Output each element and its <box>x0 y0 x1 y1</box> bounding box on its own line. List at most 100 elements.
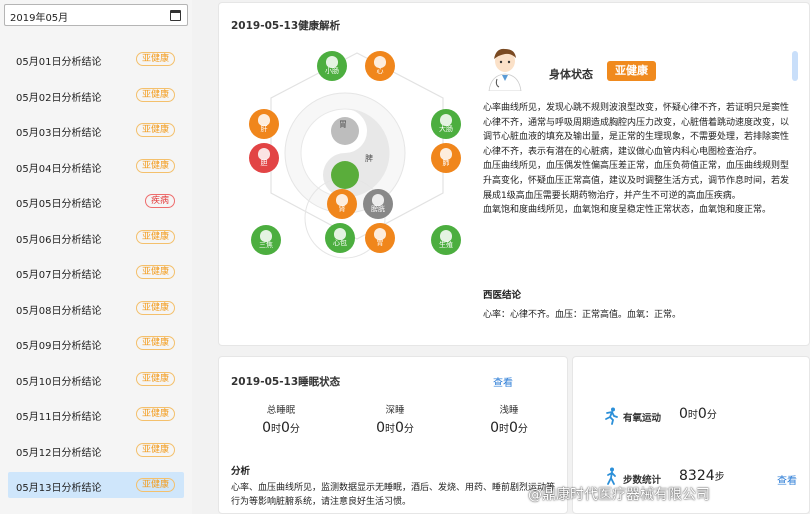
day-item[interactable]: 05月11日分析结论 亚健康 <box>8 401 184 427</box>
health-analysis-text: 心率曲线所见，发现心跳不规则波浪型改变，怀疑心律不齐，若证明只是窦性心律不齐，通… <box>483 101 795 218</box>
status-badge: 亚健康 <box>135 300 175 315</box>
deep-sleep-label: 深睡 <box>385 405 405 416</box>
center-stomach-label: 胃 <box>339 120 347 129</box>
day-item-label: 05月06日分析结论 <box>16 234 102 246</box>
day-item-label: 05月11日分析结论 <box>16 412 102 423</box>
day-item-label: 05月13日分析结论 <box>16 483 102 494</box>
triple-burner-icon <box>260 230 272 242</box>
day-item-label: 05月10日分析结论 <box>16 376 102 388</box>
sleep-analysis-title: 分析 <box>231 466 251 477</box>
status-badge: 亚健康 <box>135 336 175 350</box>
status-badge: 亚健康 <box>135 371 175 386</box>
month-picker[interactable]: 2019年05月 <box>4 4 188 26</box>
body-status-label: 身体状态 <box>549 68 593 81</box>
western-conclusion-text: 心率：心律不齐。血压：正常高值。血氧：正常。 <box>483 310 682 320</box>
aerobic-exercise-icon <box>605 407 618 425</box>
doctor-avatar <box>488 48 522 91</box>
day-item-label: 05月03日分析结论 <box>16 128 102 139</box>
status-badge: 亚健康 <box>135 265 175 279</box>
health-analysis-title: 2019-05-13健康解析 <box>231 20 341 32</box>
sidebar: 2019年05月 05月01日分析结论 亚健康 05月02日分析结论 亚健康 05月03… <box>0 0 192 514</box>
light-sleep-value: 0时0分 <box>490 420 528 436</box>
organ-pericardium[interactable]: 心包 <box>325 223 355 253</box>
status-badge: 亚健康 <box>135 229 175 244</box>
month-value: 2019年05月 <box>10 13 69 24</box>
organ-bladder[interactable]: 膀胱 <box>363 189 393 219</box>
deep-sleep-value: 0时0分 <box>376 420 414 436</box>
day-item[interactable]: 05月05日分析结论 疾病 <box>8 188 184 214</box>
day-item[interactable]: 05月01日分析结论 亚健康 <box>8 46 184 72</box>
day-item[interactable]: 05月07日分析结论 亚健康 <box>8 259 184 285</box>
status-badge: 疾病 <box>144 194 175 208</box>
day-item-label: 05月08日分析结论 <box>16 305 102 317</box>
day-item[interactable]: 05月04日分析结论 亚健康 <box>8 153 184 179</box>
heart-icon <box>374 56 386 68</box>
heart-rate-analysis: 心率曲线所见，发现心跳不规则波浪型改变，怀疑心律不齐，若证明只是窦性心律不齐，通… <box>483 103 790 157</box>
status-badge: 亚健康 <box>135 407 175 421</box>
organ-kidney[interactable]: 胃 <box>365 223 395 253</box>
health-analysis-card: 2019-05-13健康解析 胃 脾 小肠 心 肝 大肠 胆 肺 肾 膀胱 三焦… <box>218 2 810 346</box>
status-badge: 亚健康 <box>135 123 175 137</box>
bladder-icon <box>372 194 384 206</box>
organ-reproduction[interactable]: 生殖 <box>431 225 461 255</box>
steps-value: 8324步 <box>679 468 725 484</box>
day-item[interactable]: 05月02日分析结论 亚健康 <box>8 82 184 108</box>
status-badge: 亚健康 <box>135 478 175 492</box>
day-item-label: 05月12日分析结论 <box>16 447 102 459</box>
total-sleep-label: 总睡眠 <box>266 405 296 416</box>
day-item-label: 05月09日分析结论 <box>16 341 102 352</box>
blood-pressure-analysis: 血压曲线所见，血压偶发性偏高压差正常，血压负荷值正常，血压曲线规则型升高变化，怀… <box>483 161 790 201</box>
gallbladder-icon <box>258 148 270 160</box>
total-sleep: 总睡眠 0时0分 <box>241 402 321 436</box>
aerobic-value: 0时0分 <box>679 406 717 422</box>
status-badge: 亚健康 <box>135 52 175 66</box>
organ-diagram: 胃 脾 小肠 心 肝 大肠 胆 肺 肾 膀胱 三焦 心包 胃 生殖 <box>245 43 473 259</box>
organ-liver[interactable]: 肝 <box>249 109 279 139</box>
reproduction-icon <box>440 230 452 242</box>
pericardium-icon <box>334 228 346 240</box>
center-spleen-label: 脾 <box>365 154 373 163</box>
day-item-label: 05月04日分析结论 <box>16 163 102 175</box>
organ-small-intestine[interactable]: 小肠 <box>317 51 347 81</box>
scrollbar-thumb[interactable] <box>792 51 798 81</box>
light-sleep-label: 浅睡 <box>499 405 519 416</box>
day-item-label: 05月07日分析结论 <box>16 270 102 281</box>
deep-sleep: 深睡 0时0分 <box>355 402 435 436</box>
organ-stomach[interactable]: 肾 <box>327 189 357 219</box>
large-intestine-icon <box>440 114 452 126</box>
organ-triple-burner[interactable]: 三焦 <box>251 225 281 255</box>
status-badge: 亚健康 <box>135 442 175 457</box>
status-badge: 亚健康 <box>135 87 175 102</box>
day-item-label: 05月05日分析结论 <box>16 199 102 210</box>
day-item[interactable]: 05月10日分析结论 亚健康 <box>8 366 184 392</box>
light-sleep: 浅睡 0时0分 <box>469 402 549 436</box>
total-sleep-value: 0时0分 <box>262 420 300 436</box>
western-conclusion-title: 西医结论 <box>483 290 522 301</box>
blood-oxygen-analysis: 血氧饱和度曲线所见，血氧饱和度呈稳定性正常状态，血氧饱和度正常。 <box>483 205 772 216</box>
liver-icon <box>258 114 270 126</box>
organ-heart[interactable]: 心 <box>365 51 395 81</box>
status-badge: 亚健康 <box>135 158 175 173</box>
organ-lung[interactable]: 肺 <box>431 143 461 173</box>
kidney-icon <box>374 228 386 240</box>
steps-view-link[interactable]: 查看 <box>777 472 797 487</box>
day-item[interactable]: 05月03日分析结论 亚健康 <box>8 117 184 143</box>
body-status-badge: 亚健康 <box>607 61 656 81</box>
sleep-view-link[interactable]: 查看 <box>493 374 513 389</box>
calendar-icon[interactable] <box>170 10 181 21</box>
sleep-analysis-text: 心率、血压曲线所见，监测数据显示无睡眠，酒后、发烧、用药、睡前剧烈运动等行为等影… <box>231 483 556 507</box>
day-item-label: 05月02日分析结论 <box>16 92 102 104</box>
day-item[interactable]: 05月12日分析结论 亚健康 <box>8 437 184 463</box>
day-item[interactable]: 05月06日分析结论 亚健康 <box>8 224 184 250</box>
day-item[interactable]: 05月08日分析结论 亚健康 <box>8 295 184 321</box>
day-item-label: 05月01日分析结论 <box>16 57 102 68</box>
organ-large-intestine[interactable]: 大肠 <box>431 109 461 139</box>
organ-gallbladder[interactable]: 胆 <box>249 143 279 173</box>
step-count-icon <box>607 467 616 485</box>
aerobic-label: 有氧运动 <box>623 413 662 424</box>
day-item[interactable]: 05月09日分析结论 亚健康 <box>8 330 184 356</box>
sleep-card: 2019-05-13睡眠状态 查看 总睡眠 0时0分 深睡 0时0分 浅睡 0时… <box>218 356 568 514</box>
stomach-icon <box>336 194 348 206</box>
day-item[interactable]: 05月13日分析结论 亚健康 <box>8 472 184 498</box>
lung-icon <box>440 148 452 160</box>
